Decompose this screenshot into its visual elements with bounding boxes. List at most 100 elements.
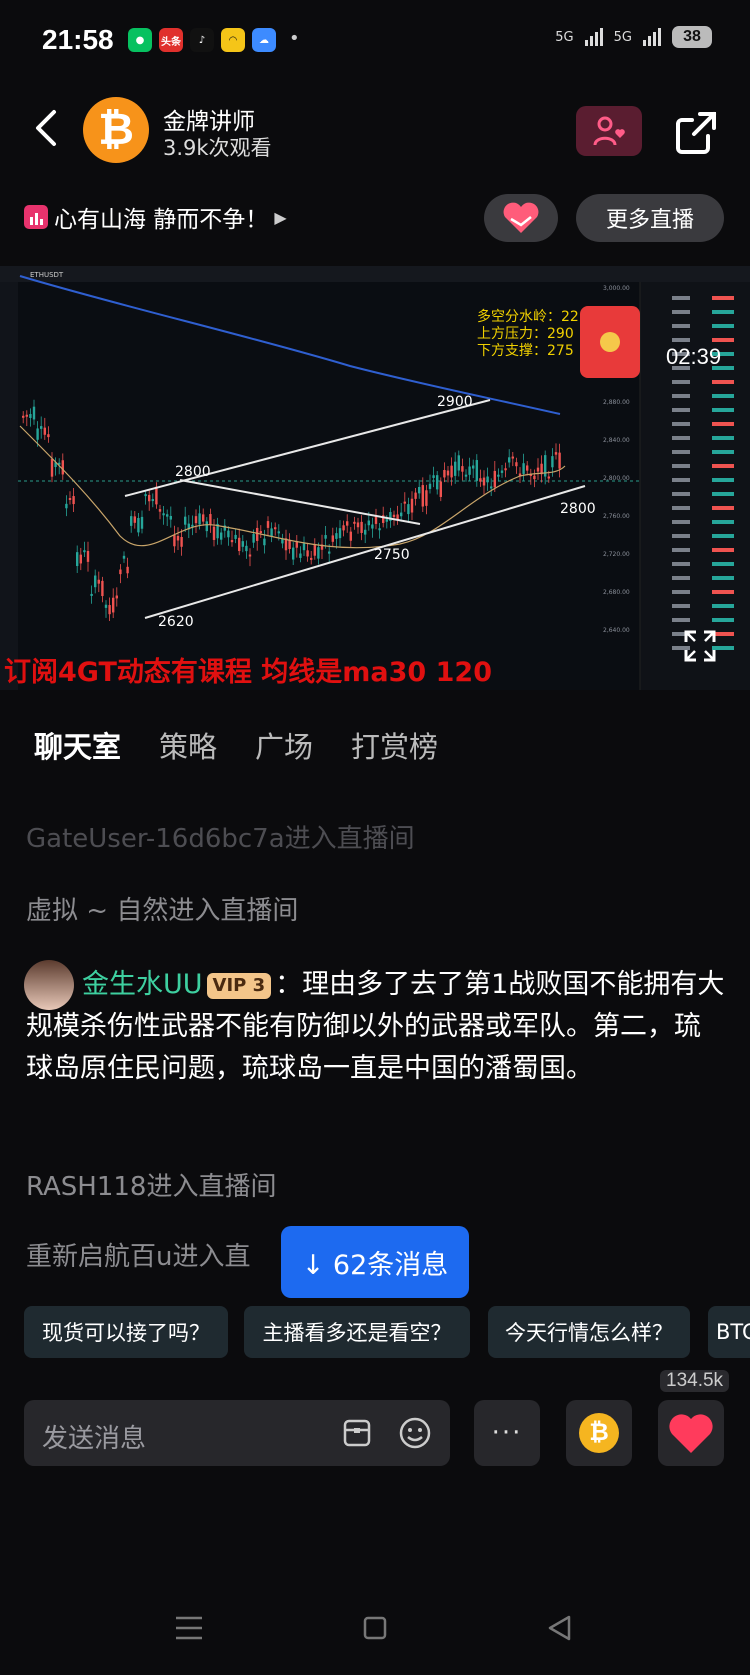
- candle: [112, 597, 115, 613]
- watchlist-row-price: [672, 506, 690, 510]
- level-label-2800-left: 2800: [175, 464, 211, 480]
- candle: [497, 474, 500, 477]
- chat-system-message: 重新启航百u进入直: [26, 1242, 251, 1272]
- candle: [162, 513, 165, 516]
- candle: [554, 452, 558, 455]
- annotation-line-1: 多空分水岭：22: [477, 308, 579, 325]
- candle: [547, 476, 550, 479]
- candle: [508, 457, 511, 463]
- candle: [94, 575, 97, 588]
- home-icon[interactable]: [363, 1616, 387, 1640]
- candle: [425, 490, 428, 506]
- tab-reward-board[interactable]: 打赏榜: [351, 724, 438, 766]
- candle: [166, 514, 169, 517]
- more-live-button[interactable]: 更多直播: [576, 194, 724, 242]
- vip-badge-text: VIP 3: [212, 974, 266, 996]
- watchlist-row-change: [712, 380, 734, 384]
- candle: [180, 536, 183, 547]
- watchlist-row-change: [712, 450, 734, 454]
- back-icon[interactable]: [32, 108, 62, 148]
- watchlist-row-price: [672, 562, 690, 566]
- follow-button[interactable]: [576, 106, 642, 156]
- more-options-button[interactable]: ···: [474, 1400, 540, 1466]
- red-packet-icon[interactable]: [580, 306, 640, 378]
- price-tick-label: 2,720.00: [603, 551, 630, 558]
- candle: [338, 528, 342, 539]
- tab-chatroom[interactable]: 聊天室: [34, 724, 121, 766]
- candle: [421, 485, 424, 507]
- view-count: 3.9k次观看: [163, 136, 272, 160]
- candle: [256, 527, 259, 541]
- candle: [504, 468, 507, 471]
- follow-person-heart-icon: [593, 116, 625, 146]
- candle: [526, 465, 529, 471]
- chat-username[interactable]: 金生水UU: [82, 969, 203, 1000]
- candle: [238, 537, 241, 552]
- stream-title[interactable]: 心有山海 静而不争！ ▶: [24, 200, 287, 234]
- candle: [36, 428, 39, 440]
- watchlist-row-price: [672, 604, 690, 608]
- quick-reply-1[interactable]: 现货可以接了吗？: [24, 1306, 228, 1358]
- candle: [205, 521, 208, 532]
- candle: [400, 512, 403, 517]
- stream-caption: 订阅4GT动态有课程 均线是ma30 120: [4, 657, 492, 688]
- card-icon[interactable]: [342, 1418, 372, 1448]
- watchlist-row-price: [672, 338, 690, 342]
- share-icon[interactable]: [672, 108, 720, 156]
- candle: [115, 595, 118, 599]
- host-avatar[interactable]: ₿: [83, 97, 149, 163]
- candle: [461, 466, 464, 472]
- status-time: 21:58: [42, 24, 114, 55]
- candle: [176, 535, 180, 541]
- heart-icon: [669, 1414, 713, 1453]
- menu-icon[interactable]: [176, 1616, 202, 1640]
- candle: [288, 539, 291, 550]
- candle: [104, 604, 108, 608]
- watchlist-row-change: [712, 422, 734, 426]
- message-input-placeholder: 发送消息: [42, 1424, 147, 1454]
- host-name[interactable]: 金牌讲师: [163, 102, 255, 136]
- quick-reply-3[interactable]: 今天行情怎么样？: [488, 1306, 690, 1358]
- candle: [25, 414, 28, 417]
- candle: [324, 535, 327, 539]
- watchlist-row-price: [672, 408, 690, 412]
- nav-back-icon[interactable]: [546, 1614, 572, 1642]
- watchlist-row-price: [672, 324, 690, 328]
- quick-reply-4[interactable]: BTC: [708, 1306, 750, 1358]
- candle: [230, 540, 234, 543]
- emoji-icon[interactable]: [398, 1416, 432, 1450]
- candle: [155, 486, 158, 505]
- watchlist-row-price: [672, 450, 690, 454]
- candle: [50, 458, 54, 477]
- tab-strategy[interactable]: 策略: [159, 724, 217, 766]
- candle: [346, 521, 349, 526]
- handshake-heart-button[interactable]: [484, 194, 558, 242]
- coin-gift-button[interactable]: ₿: [566, 1400, 632, 1466]
- price-tick-label: 2,880.00: [603, 399, 630, 406]
- chat-system-message: RASH118进入直播间: [26, 1172, 277, 1202]
- fullscreen-icon[interactable]: [682, 628, 718, 664]
- candle: [90, 593, 93, 596]
- watchlist-row-change: [712, 464, 734, 468]
- chat-system-message: 虚拟 ~ 自然进入直播间: [26, 896, 299, 926]
- candle: [227, 530, 230, 538]
- ellipsis-icon: ···: [491, 1418, 523, 1448]
- live-bars-icon: [24, 205, 48, 229]
- stream-title-text: 心有山海 静而不争！: [54, 207, 269, 233]
- candle: [439, 481, 442, 497]
- candle: [342, 525, 345, 531]
- watchlist-row-change: [712, 618, 734, 622]
- new-messages-button[interactable]: ↓ 62条消息: [281, 1226, 469, 1298]
- candle: [450, 465, 453, 478]
- candle: [173, 535, 176, 547]
- candle: [76, 552, 79, 567]
- watchlist-row-change: [712, 562, 734, 566]
- like-button[interactable]: [658, 1400, 724, 1466]
- quick-reply-2[interactable]: 主播看多还是看空？: [244, 1306, 470, 1358]
- candle: [310, 557, 313, 560]
- watchlist-row-change: [712, 338, 734, 342]
- more-notifications-icon: •: [289, 28, 300, 49]
- watchlist-row-price: [672, 576, 690, 580]
- candle: [22, 415, 25, 418]
- tab-square[interactable]: 广场: [255, 724, 313, 766]
